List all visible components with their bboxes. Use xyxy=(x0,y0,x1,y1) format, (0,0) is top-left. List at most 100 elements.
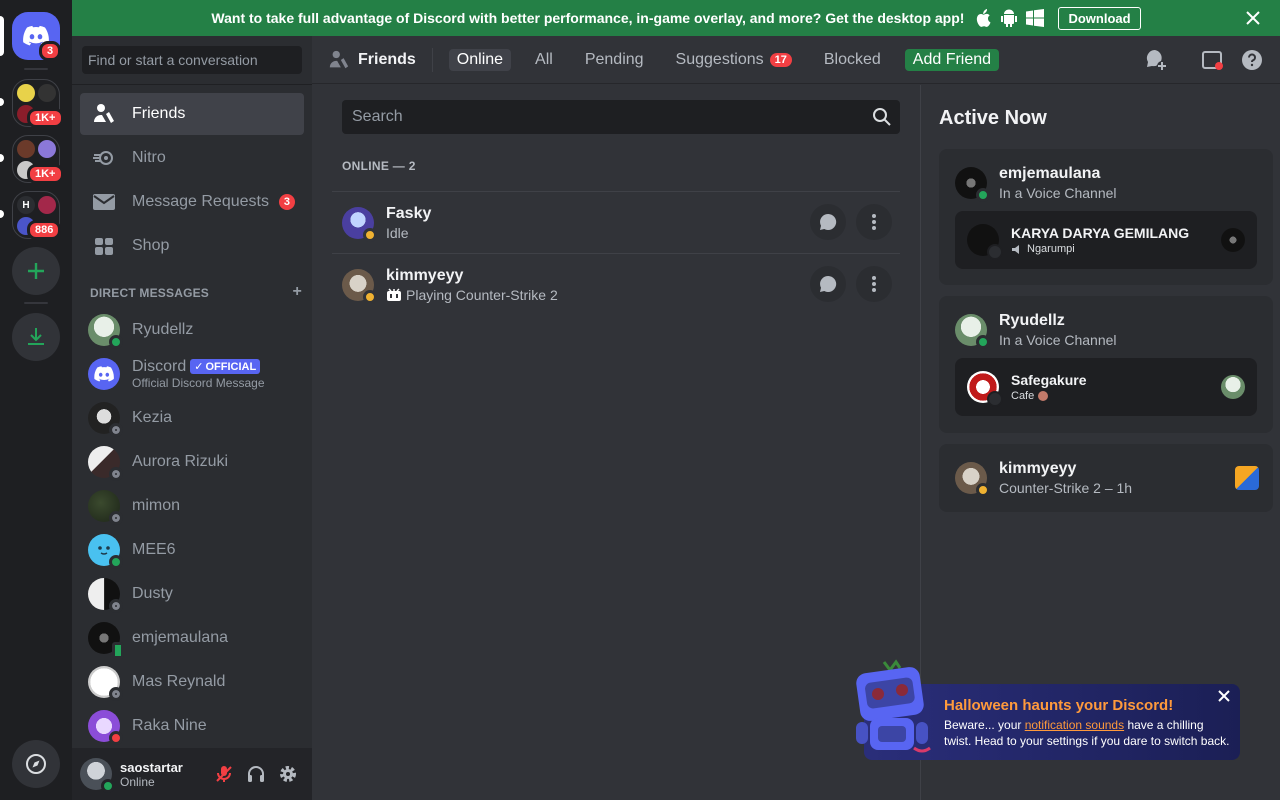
message-button[interactable] xyxy=(810,266,846,302)
add-friend-button[interactable]: Add Friend xyxy=(904,48,1000,71)
explore-button[interactable] xyxy=(12,740,60,788)
rail-separator xyxy=(24,68,48,70)
friend-row[interactable]: kimmyeyy Playing Counter-Strike 2 xyxy=(332,253,900,315)
activity-text: Counter-Strike 2 – 1h xyxy=(999,480,1133,496)
avatar xyxy=(88,314,123,349)
close-notice-icon[interactable] xyxy=(1216,688,1232,704)
friends-icon xyxy=(329,50,349,68)
close-banner-icon[interactable] xyxy=(1244,9,1262,27)
speaker-icon xyxy=(1012,244,1019,254)
status-mobile xyxy=(112,642,124,659)
dm-name: Raka Nine xyxy=(132,717,207,734)
user-avatar[interactable] xyxy=(80,758,115,793)
dm-item[interactable]: Ryudellz xyxy=(80,309,304,351)
message-button[interactable] xyxy=(810,204,846,240)
dm-item[interactable]: mimon xyxy=(80,485,304,527)
activity-card[interactable]: emjemaulana In a Voice Channel KARYA DAR… xyxy=(939,149,1273,285)
tab-suggestions[interactable]: Suggestions 17 xyxy=(668,49,800,71)
mute-button[interactable] xyxy=(212,762,236,786)
dm-item[interactable]: Mas Reynald xyxy=(80,661,304,703)
plus-icon xyxy=(28,263,44,279)
nav-message-requests[interactable]: Message Requests 3 xyxy=(80,181,304,223)
server-badge: 1K+ xyxy=(27,164,64,184)
message-icon xyxy=(820,275,837,292)
friends-search-input[interactable]: Search xyxy=(342,100,900,134)
dm-item[interactable]: Raka Nine xyxy=(80,705,304,747)
find-conversation-button[interactable]: Find or start a conversation xyxy=(82,46,302,74)
dm-item[interactable]: Kezia xyxy=(80,397,304,439)
activity-card[interactable]: Ryudellz In a Voice Channel Safegakure C… xyxy=(939,296,1273,433)
voice-channel-box[interactable]: KARYA DARYA GEMILANG Ngarumpi xyxy=(955,211,1257,269)
active-now-title: Active Now xyxy=(939,107,1047,129)
toolbar-divider xyxy=(431,47,433,72)
message-icon xyxy=(820,213,837,230)
status-online xyxy=(109,335,123,349)
avatar xyxy=(342,268,377,304)
nitro-icon xyxy=(92,146,116,170)
nav-label: Friends xyxy=(132,105,186,122)
add-server-button[interactable] xyxy=(12,247,60,295)
notification-sounds-link[interactable]: notification sounds xyxy=(1025,718,1124,732)
create-dm-button[interactable]: + xyxy=(292,284,302,300)
nav-shop[interactable]: Shop xyxy=(80,225,304,267)
game-activity-icon xyxy=(387,287,401,301)
new-group-dm-button[interactable] xyxy=(1144,48,1168,72)
avatar xyxy=(88,578,123,613)
voice-channel-name: Cafe xyxy=(1011,390,1035,402)
dm-item[interactable]: MEE6 xyxy=(80,529,304,571)
avatar xyxy=(88,710,123,745)
tab-pending[interactable]: Pending xyxy=(577,49,652,71)
status-idle xyxy=(363,227,377,242)
status-offline xyxy=(109,423,123,437)
halloween-robot-mascot xyxy=(844,656,940,760)
help-button[interactable] xyxy=(1240,48,1264,72)
activity-card[interactable]: kimmyeyy Counter-Strike 2 – 1h xyxy=(939,444,1273,512)
tab-online[interactable]: Online xyxy=(448,48,512,71)
home-badge: 3 xyxy=(39,41,62,61)
os-icons xyxy=(974,9,1045,27)
dm-item[interactable]: Dusty xyxy=(80,573,304,615)
server-rail: 3 1K+ 1K+ H 886 xyxy=(0,0,72,800)
deafen-button[interactable] xyxy=(244,762,268,786)
speaker-icon xyxy=(987,391,1003,407)
voice-channel-box[interactable]: Safegakure Cafe xyxy=(955,358,1257,416)
game-icon xyxy=(1235,466,1259,490)
dm-item[interactable]: emjemaulana xyxy=(80,617,304,659)
requests-badge: 3 xyxy=(278,194,295,210)
dm-item[interactable]: Discord ✓ OFFICIAL Official Discord Messag… xyxy=(80,353,304,395)
dm-name: Ryudellz xyxy=(132,321,194,338)
friends-list-panel: Search ONLINE — 2 Fasky Idle kimmyeyy Pl… xyxy=(312,85,920,800)
status-online xyxy=(976,335,990,349)
shop-icon xyxy=(92,234,116,258)
status-idle xyxy=(363,289,377,304)
dm-name: Dusty xyxy=(132,585,173,602)
dm-name: emjemaulana xyxy=(132,629,229,646)
avatar xyxy=(88,534,123,569)
nav-label: Message Requests xyxy=(132,193,269,210)
nav-friends[interactable]: Friends xyxy=(80,93,304,135)
tab-blocked[interactable]: Blocked xyxy=(816,49,889,71)
friend-name: Fasky xyxy=(386,204,432,222)
status-online xyxy=(976,188,990,202)
online-count-header: ONLINE — 2 xyxy=(342,159,416,173)
voice-server-name: Safegakure xyxy=(1011,372,1087,388)
headphones-icon xyxy=(248,766,264,782)
download-apps-button[interactable] xyxy=(12,313,60,361)
notice-title: Halloween haunts your Discord! xyxy=(944,697,1174,714)
more-vertical-icon xyxy=(872,276,876,292)
dm-item[interactable]: Aurora Rizuki xyxy=(80,441,304,483)
speaker-icon xyxy=(987,244,1003,260)
avatar xyxy=(88,622,124,659)
more-button[interactable] xyxy=(856,204,892,240)
activity-text: In a Voice Channel xyxy=(999,332,1117,348)
friend-row[interactable]: Fasky Idle xyxy=(332,191,900,253)
download-button[interactable]: Download xyxy=(1058,6,1141,30)
unread-pill xyxy=(0,154,4,162)
status-offline xyxy=(109,599,123,613)
settings-button[interactable] xyxy=(276,762,300,786)
more-button[interactable] xyxy=(856,266,892,302)
inbox-button[interactable] xyxy=(1200,48,1224,72)
nav-nitro[interactable]: Nitro xyxy=(80,137,304,179)
tab-all[interactable]: All xyxy=(527,49,561,71)
dm-header: DIRECT MESSAGES + xyxy=(90,284,302,301)
